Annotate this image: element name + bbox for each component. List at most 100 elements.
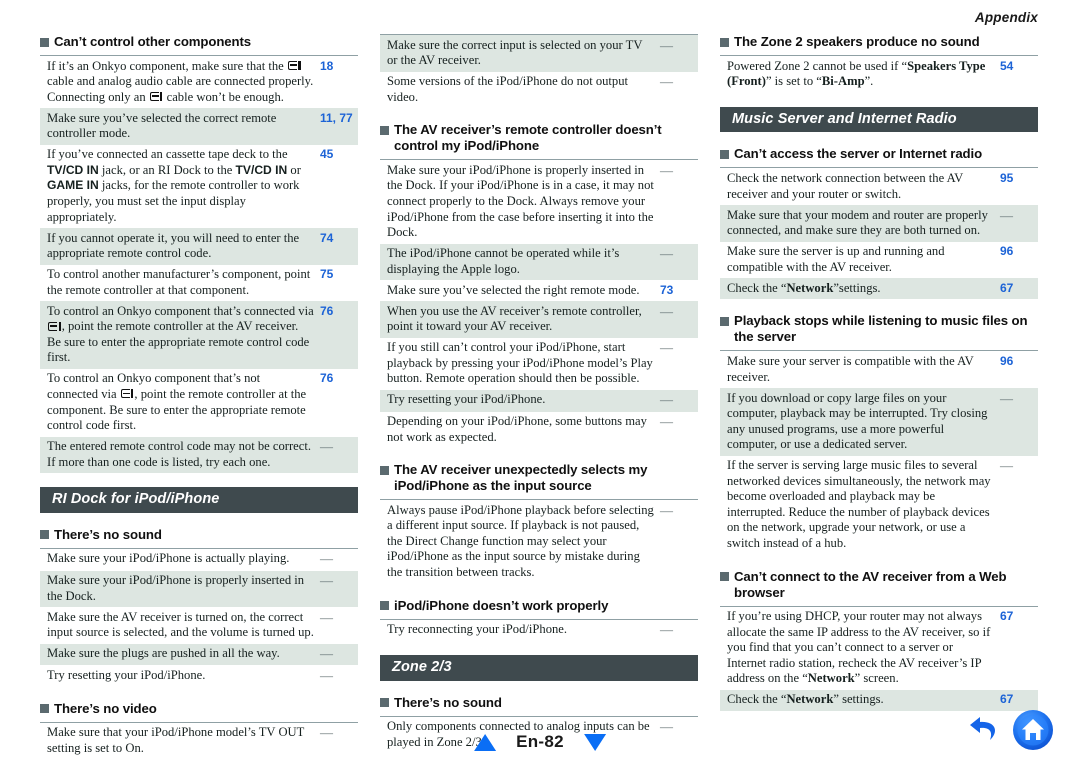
section-band: Music Server and Internet Radio <box>720 106 1038 133</box>
square-bullet-icon <box>40 37 49 47</box>
cell-text: Some versions of the iPod/iPhone do not … <box>387 74 629 104</box>
table-row: Try reconnecting your iPod/iPhone. — <box>380 619 698 641</box>
cell-text: To control another manufacturer’s compon… <box>47 267 311 297</box>
remedy-cell: To control an Onkyo component that’s not… <box>40 369 316 437</box>
page-label: En-82 <box>516 732 564 751</box>
troubleshooting-table: Make sure your server is compatible with… <box>720 350 1038 554</box>
column-3: The Zone 2 speakers produce no sound Powe… <box>720 34 1038 711</box>
emphasis-label: Network <box>807 671 855 686</box>
table-row: The entered remote control code may not … <box>40 436 358 474</box>
page-reference[interactable]: 45 <box>316 145 358 228</box>
remedy-cell: Make sure the plugs are pushed in all th… <box>40 643 316 666</box>
page-navigation: En-82 <box>474 732 606 752</box>
section-band: Zone 2/3 <box>380 655 698 681</box>
cell-text: To control an Onkyo component that’s con… <box>47 303 314 318</box>
table-row: If you’re using DHCP, your router may no… <box>720 606 1038 690</box>
cell-text: Make sure the correct input is selected … <box>387 37 643 68</box>
page-columns: Can’t control other components If it’s an… <box>0 34 1080 755</box>
remedy-cell: Depending on your iPod/iPhone, some butt… <box>380 412 656 449</box>
page-reference: — <box>316 570 358 608</box>
table-row: Powered Zone 2 cannot be used if “Speake… <box>720 56 1038 93</box>
page-reference[interactable]: 96 <box>996 351 1038 388</box>
column-1: Can’t control other components If it’s an… <box>40 34 358 755</box>
page-reference[interactable]: 67 <box>996 606 1038 690</box>
square-bullet-icon <box>720 149 729 159</box>
cell-text: or <box>287 162 301 177</box>
troubleshooting-table: If you’re using DHCP, your router may no… <box>720 605 1038 711</box>
remedy-cell: Try resetting your iPod/iPhone. <box>40 665 316 687</box>
remedy-cell: Make sure you’ve selected the correct re… <box>40 108 316 145</box>
emphasis-label: Network <box>786 692 834 707</box>
page-footer: En-82 <box>0 706 1080 764</box>
table-row: Make sure the correct input is selected … <box>380 34 698 72</box>
page-reference[interactable]: 76 <box>316 369 358 437</box>
page-reference[interactable]: 76 <box>316 301 358 369</box>
square-bullet-icon <box>40 530 49 540</box>
table-row: Make sure your server is compatible with… <box>720 351 1038 388</box>
subsection-heading-label: Can’t connect to the AV receiver from a … <box>734 568 1007 600</box>
page-reference[interactable]: 18 <box>316 56 358 109</box>
page-reference[interactable]: 74 <box>316 228 358 265</box>
cell-text: ”settings. <box>833 280 881 295</box>
table-row: Make sure your iPod/iPhone is actually p… <box>40 548 358 570</box>
table-row: Try resetting your iPod/iPhone. — <box>380 389 698 412</box>
page-reference[interactable]: 54 <box>996 56 1038 93</box>
table-row: Check the “Network”settings. 67 <box>720 278 1038 300</box>
triangle-up-icon[interactable] <box>474 733 497 751</box>
page-reference[interactable]: 95 <box>996 168 1038 205</box>
page-reference[interactable]: 75 <box>316 265 358 302</box>
page-reference[interactable]: 73 <box>656 280 698 301</box>
page-reference: — <box>656 243 698 281</box>
triangle-down-icon[interactable] <box>583 733 606 751</box>
remedy-cell: Make sure that your modem and router are… <box>720 205 996 242</box>
remedy-cell: If you’re using DHCP, your router may no… <box>720 606 996 690</box>
cell-text: If the server is serving large music fil… <box>727 458 991 550</box>
cell-text: If you cannot operate it, you will need … <box>47 230 300 261</box>
page-reference: — <box>656 301 698 338</box>
cell-text: If you’ve connected an cassette tape dec… <box>47 147 288 162</box>
square-bullet-icon <box>720 316 729 326</box>
remedy-cell: Make sure you’ve selected the right remo… <box>380 280 656 301</box>
subsection-heading: Can’t access the server or Internet radi… <box>720 146 1038 162</box>
page-reference[interactable]: 96 <box>996 242 1038 279</box>
square-bullet-icon <box>720 37 729 47</box>
troubleshooting-table: Powered Zone 2 cannot be used if “Speake… <box>720 55 1038 93</box>
emphasis-label: Bi-Amp <box>821 74 865 89</box>
cell-text: Make sure the plugs are pushed in all th… <box>47 646 280 661</box>
square-bullet-icon <box>380 601 389 611</box>
emphasis-label: TV/CD IN <box>47 162 99 177</box>
table-row: When you use the AV receiver’s remote co… <box>380 301 698 338</box>
table-row: To control an Onkyo component that’s con… <box>40 301 358 369</box>
cell-text: Make sure your iPod/iPhone is properly i… <box>47 573 305 603</box>
subsection-heading-label: There’s no sound <box>54 526 162 542</box>
subsection-heading: The AV receiver unexpectedly selects my … <box>380 462 698 494</box>
cell-text: If it’s an Onkyo component, make sure th… <box>47 58 287 73</box>
remedy-cell: Make sure your iPod/iPhone is properly i… <box>380 160 656 244</box>
table-row: If it’s an Onkyo component, make sure th… <box>40 56 358 109</box>
undo-arrow-icon[interactable] <box>968 715 1002 750</box>
remedy-cell: Always pause iPod/iPhone playback before… <box>380 500 656 584</box>
table-row: If you cannot operate it, you will need … <box>40 228 358 265</box>
page-reference[interactable]: 11, 77 <box>316 108 358 145</box>
cell-text: , point the remote controller at the AV … <box>47 319 310 365</box>
page-reference: — <box>656 389 698 412</box>
table-row: Make sure you’ve selected the correct re… <box>40 108 358 145</box>
table-row: Make sure the plugs are pushed in all th… <box>40 643 358 666</box>
cell-text: Try resetting your iPod/iPhone. <box>387 392 546 407</box>
running-head: Appendix <box>974 10 1038 25</box>
emphasis-label: TV/CD IN <box>235 162 288 177</box>
table-row: To control an Onkyo component that’s not… <box>40 369 358 437</box>
remedy-cell: Make sure the correct input is selected … <box>380 34 656 72</box>
square-bullet-icon <box>380 125 389 135</box>
cell-text: ” screen. <box>854 671 899 686</box>
table-row: To control another manufacturer’s compon… <box>40 265 358 302</box>
remedy-cell: If the server is serving large music fil… <box>720 456 996 555</box>
home-icon[interactable] <box>1012 709 1054 756</box>
remedy-cell: When you use the AV receiver’s remote co… <box>380 301 656 338</box>
remedy-cell: Check the network connection between the… <box>720 168 996 205</box>
troubleshooting-table: Make sure the correct input is selected … <box>380 34 698 108</box>
page-reference[interactable]: 67 <box>996 278 1038 300</box>
subsection-heading-label: The AV receiver unexpectedly selects my … <box>394 462 648 494</box>
page-reference: — <box>320 551 333 567</box>
remedy-cell: Make sure your iPod/iPhone is actually p… <box>40 548 316 570</box>
